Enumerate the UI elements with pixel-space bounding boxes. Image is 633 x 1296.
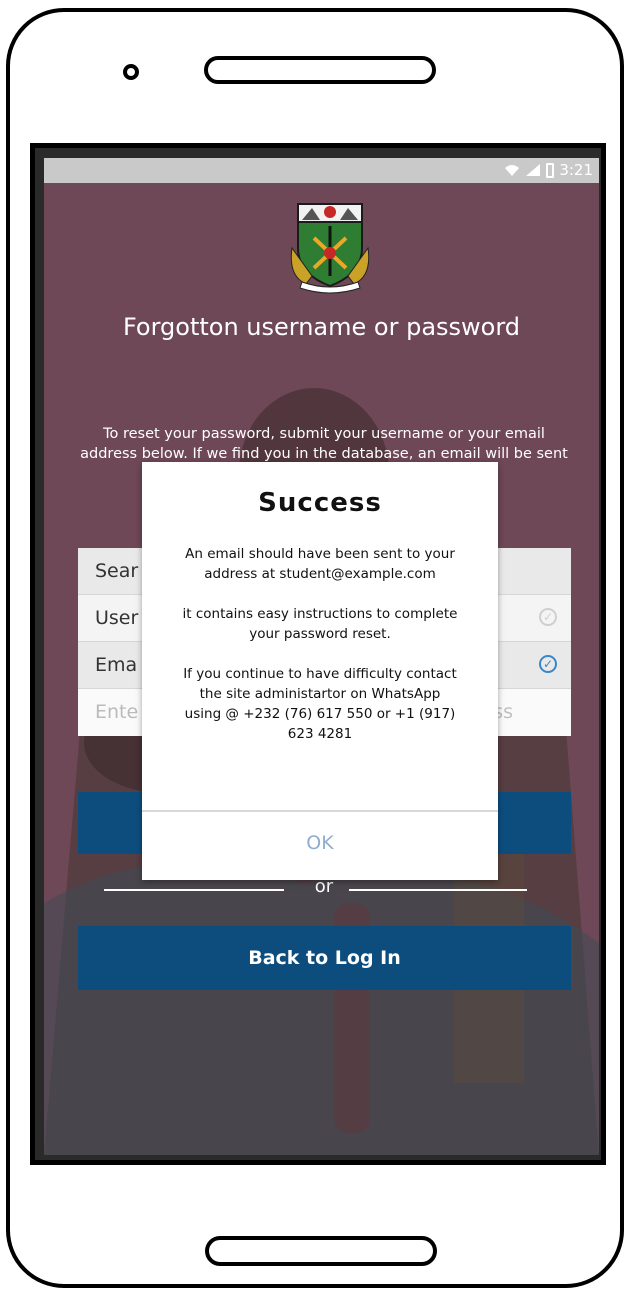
check-circle-icon[interactable]: ✓ xyxy=(539,655,557,673)
search-by-label: Sear xyxy=(95,560,139,582)
divider-line xyxy=(104,889,284,891)
check-circle-icon[interactable]: ✓ xyxy=(539,608,557,626)
dialog-message-sent: An email should have been sent to your a… xyxy=(185,546,455,582)
back-to-login-button[interactable]: Back to Log In xyxy=(78,926,571,990)
ok-button[interactable]: OK xyxy=(142,812,498,878)
earpiece-speaker xyxy=(204,56,436,84)
input-placeholder: Ente xyxy=(95,701,139,723)
email-option-label: Ema xyxy=(95,654,138,676)
front-camera xyxy=(123,64,139,80)
battery-icon xyxy=(546,162,555,178)
home-button[interactable] xyxy=(205,1236,437,1266)
wifi-icon xyxy=(505,165,520,176)
dialog-message-instructions: it contains easy instructions to complet… xyxy=(182,606,458,642)
status-bar: 3:21 xyxy=(44,158,599,183)
divider-line xyxy=(349,889,527,891)
dialog-message: An email should have been sent to your a… xyxy=(182,544,458,744)
success-dialog: Success An email should have been sent t… xyxy=(142,462,498,880)
page-title: Forgotton username or password xyxy=(122,313,521,341)
signal-icon xyxy=(526,164,541,176)
app-screen: 3:21 Forgotton username or password To r… xyxy=(44,158,599,1155)
username-option-label: User xyxy=(95,607,139,629)
dialog-message-contact: If you continue to have difficulty conta… xyxy=(183,666,457,742)
status-icons: 3:21 xyxy=(504,161,593,179)
dialog-title: Success xyxy=(258,488,382,518)
status-time: 3:21 xyxy=(559,161,593,179)
school-crest-logo xyxy=(290,203,370,294)
